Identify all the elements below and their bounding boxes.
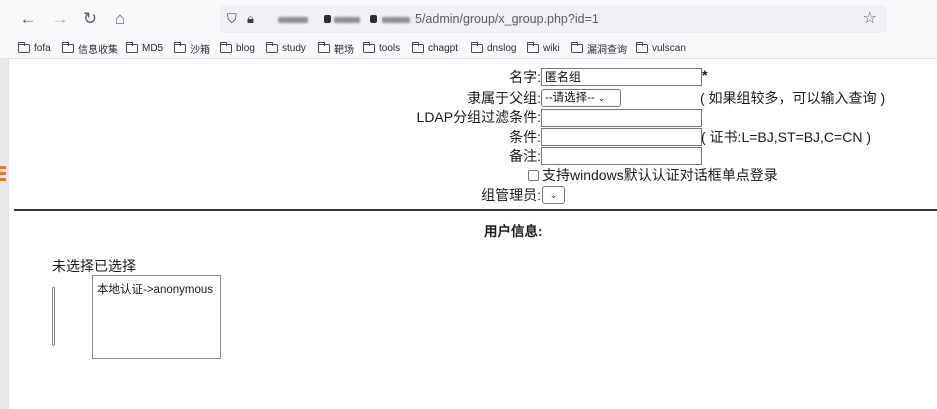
folder-icon	[266, 41, 278, 53]
bookmark-folder[interactable]: wiki	[527, 41, 560, 55]
tracking-shield-icon[interactable]: ⛉	[227, 10, 237, 28]
sso-label: 支持windows默认认证对话框单点登录	[542, 167, 778, 183]
chevron-down-icon: ⌄	[597, 93, 606, 103]
folder-icon	[571, 41, 583, 53]
bookmark-folder[interactable]: vulscan	[636, 41, 686, 55]
parent-group-value: --请选择--	[545, 92, 595, 104]
folder-icon	[471, 41, 483, 53]
sso-checkbox[interactable]	[528, 170, 539, 181]
address-bar[interactable]: ⛉ 🔒︎ 5/admin/group/x_group.php?id=1 ☆	[220, 6, 887, 33]
redacted-host	[278, 17, 308, 23]
parent-group-hint: ( 如果组较多，可以输入查询 )	[700, 90, 886, 106]
redacted-host	[324, 15, 331, 23]
forward-icon[interactable]: →	[49, 8, 71, 30]
ldap-filter-input[interactable]	[541, 109, 702, 127]
url-path: 5/admin/group/x_group.php?id=1	[415, 12, 599, 26]
background-mark	[0, 172, 6, 175]
condition-hint: ( 证书:L=BJ,ST=BJ,C=CN )	[701, 129, 871, 145]
redacted-host	[382, 17, 410, 23]
bookmark-folder[interactable]: 靶场	[318, 41, 354, 56]
bookmark-folder[interactable]: 信息收集	[62, 41, 118, 56]
user-select-columns-label: 未选择已选择	[52, 258, 136, 274]
bookmark-folder[interactable]: dnslog	[471, 41, 516, 55]
background-window-edge	[0, 0, 9, 409]
browser-toolbar: ← → ↻ ⌂ ⛉ 🔒︎ 5/admin/group/x_group.php?i…	[0, 0, 937, 38]
bookmark-folder[interactable]: MD5	[126, 41, 163, 55]
ldap-filter-label: LDAP分组过滤条件:	[416, 109, 541, 125]
group-edit-page: 名字: 匿名组 * 隶属于父组: --请选择-- ⌄ ( 如果组较多，可以输入查…	[9, 60, 937, 409]
unselected-users-list[interactable]	[52, 287, 55, 346]
parent-group-label: 隶属于父组:	[467, 90, 541, 106]
bookmark-folder[interactable]: 沙箱	[174, 41, 210, 56]
user-info-title: 用户信息:	[484, 224, 543, 239]
site-lock-icon[interactable]: 🔒︎	[247, 10, 254, 28]
section-divider	[14, 209, 937, 211]
group-admin-select[interactable]: ⌄	[542, 186, 565, 204]
bookmark-folder[interactable]: tools	[363, 41, 400, 55]
note-input[interactable]	[541, 147, 702, 165]
bookmark-folder[interactable]: fofa	[18, 41, 51, 55]
required-mark: *	[702, 67, 708, 83]
name-input[interactable]: 匿名组	[541, 68, 702, 86]
bookmark-folder[interactable]: 漏洞查询	[571, 41, 627, 56]
redacted-host	[334, 17, 360, 23]
bookmark-folder[interactable]: blog	[220, 41, 255, 55]
redacted-host	[370, 15, 377, 23]
folder-icon	[62, 41, 74, 53]
list-item[interactable]: 本地认证->anonymous	[97, 281, 216, 297]
bookmark-star-icon[interactable]: ☆	[863, 10, 877, 28]
bookmark-folder[interactable]: chagpt	[412, 41, 458, 55]
folder-icon	[412, 41, 424, 53]
folder-icon	[18, 41, 30, 53]
back-icon[interactable]: ←	[17, 8, 39, 30]
group-admin-label: 组管理员:	[481, 187, 541, 203]
selected-users-list[interactable]: 本地认证->anonymous	[92, 275, 221, 359]
chevron-down-icon: ⌄	[549, 190, 558, 200]
reload-icon[interactable]: ↻	[79, 8, 101, 30]
parent-group-select[interactable]: --请选择-- ⌄	[541, 89, 621, 107]
bookmarks-toolbar: fofa 信息收集 MD5 沙箱 blog study 靶场 tools cha…	[0, 38, 937, 59]
note-label: 备注:	[509, 148, 541, 164]
condition-label: 条件:	[509, 129, 541, 145]
condition-input[interactable]	[541, 128, 702, 146]
bookmark-folder[interactable]: study	[266, 41, 306, 55]
background-mark	[0, 178, 6, 181]
home-icon[interactable]: ⌂	[109, 8, 131, 30]
folder-icon	[636, 41, 648, 53]
folder-icon	[363, 41, 375, 53]
folder-icon	[220, 41, 232, 53]
folder-icon	[126, 41, 138, 53]
folder-icon	[318, 41, 330, 53]
folder-icon	[527, 41, 539, 53]
name-label: 名字:	[509, 69, 541, 85]
background-mark	[0, 166, 6, 169]
folder-icon	[174, 41, 186, 53]
